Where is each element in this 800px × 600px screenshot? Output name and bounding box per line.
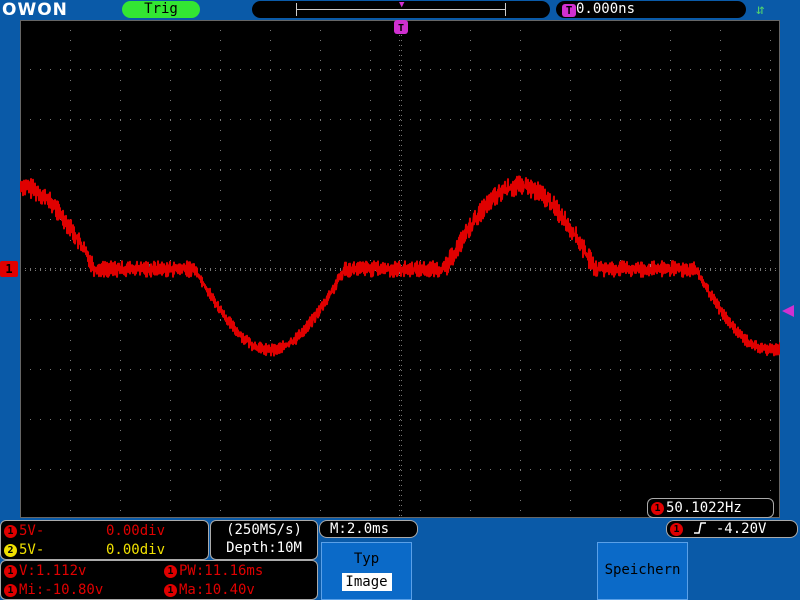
trigger-status-badge: Trig bbox=[122, 1, 200, 18]
measurement-pw: 1 PW:11.16ms bbox=[161, 562, 263, 580]
rising-edge-icon bbox=[694, 522, 707, 534]
measurement-panel: 1 V:1.112v 1 PW:11.16ms 1 Mi:-10.80v 1 Ma:10… bbox=[0, 560, 318, 600]
ch1-offset: 0.00div bbox=[106, 523, 166, 539]
ch1-settings-row[interactable]: 1 5V- 0.00div bbox=[1, 522, 208, 540]
trigger-level-marker[interactable] bbox=[782, 305, 794, 317]
measurement-max: 1 Ma:10.40v bbox=[161, 581, 255, 599]
waveform-display: T bbox=[20, 20, 780, 518]
measurement-pw-value: PW:11.16ms bbox=[179, 563, 264, 579]
trigger-position-value: 0.000ns bbox=[576, 1, 636, 17]
ch2-scale: 5V- bbox=[19, 542, 45, 558]
measurement-max-value: Ma:10.40v bbox=[179, 582, 255, 598]
trigger-level-value: -4.20V bbox=[715, 521, 767, 537]
trigger-time-marker: T bbox=[394, 20, 408, 34]
measurement-min-value: Mi:-10.80v bbox=[19, 582, 104, 598]
save-softkey[interactable]: Speichern bbox=[597, 542, 688, 600]
owon-logo: OWON bbox=[2, 0, 68, 20]
svg-text:T: T bbox=[398, 23, 404, 34]
trigger-position-display: T 0.000ns bbox=[556, 1, 746, 18]
trigger-settings-readout[interactable]: 1 -4.20V bbox=[666, 520, 798, 538]
measurement-v-badge: 1 bbox=[4, 565, 17, 578]
type-softkey-value: Image bbox=[341, 573, 392, 591]
frequency-readout: 1 50.1022Hz bbox=[647, 498, 774, 518]
measurement-min-badge: 1 bbox=[4, 584, 17, 597]
ch1-waveform-trace bbox=[20, 175, 780, 357]
ch1-badge: 1 bbox=[4, 525, 17, 538]
trigger-channel-badge: 1 bbox=[670, 523, 683, 536]
timebase-readout[interactable]: M:2.0ms bbox=[319, 520, 418, 538]
measurement-pw-badge: 1 bbox=[164, 565, 177, 578]
ch2-settings-row[interactable]: 2 5V- 0.00div bbox=[1, 541, 208, 559]
frequency-channel-badge: 1 bbox=[651, 502, 664, 515]
ch2-badge: 2 bbox=[4, 544, 17, 557]
memory-timeline: ▼ bbox=[252, 1, 550, 18]
sample-rate: (250MS/s) bbox=[226, 522, 302, 538]
type-softkey-label: Typ bbox=[353, 551, 380, 567]
trigger-position-icon: T bbox=[562, 4, 576, 17]
ch1-ground-marker[interactable]: 1 bbox=[0, 261, 18, 277]
timeline-line bbox=[296, 9, 506, 10]
measurement-max-badge: 1 bbox=[164, 584, 177, 597]
acquisition-panel: (250MS/s) Depth:10M bbox=[210, 520, 318, 560]
timeline-right-bracket bbox=[505, 3, 506, 16]
ch1-scale: 5V- bbox=[19, 523, 45, 539]
record-depth: Depth:10M bbox=[226, 540, 302, 556]
frequency-value: 50.1022Hz bbox=[666, 500, 742, 516]
waveform-grid-svg: T bbox=[20, 20, 780, 518]
measurement-min: 1 Mi:-10.80v bbox=[1, 581, 103, 599]
measurement-v-value: V:1.112v bbox=[19, 563, 87, 579]
usb-icon: ⇵ bbox=[756, 2, 765, 18]
save-softkey-label: Speichern bbox=[604, 562, 681, 578]
measurement-v: 1 V:1.112v bbox=[1, 562, 86, 580]
top-bar: OWON Trig ▼ T 0.000ns ⇵ bbox=[0, 0, 800, 20]
ch2-offset: 0.00div bbox=[106, 542, 166, 558]
type-softkey[interactable]: Typ Image bbox=[321, 542, 412, 600]
channel-settings-panel: 1 5V- 0.00div 2 5V- 0.00div bbox=[0, 520, 209, 560]
